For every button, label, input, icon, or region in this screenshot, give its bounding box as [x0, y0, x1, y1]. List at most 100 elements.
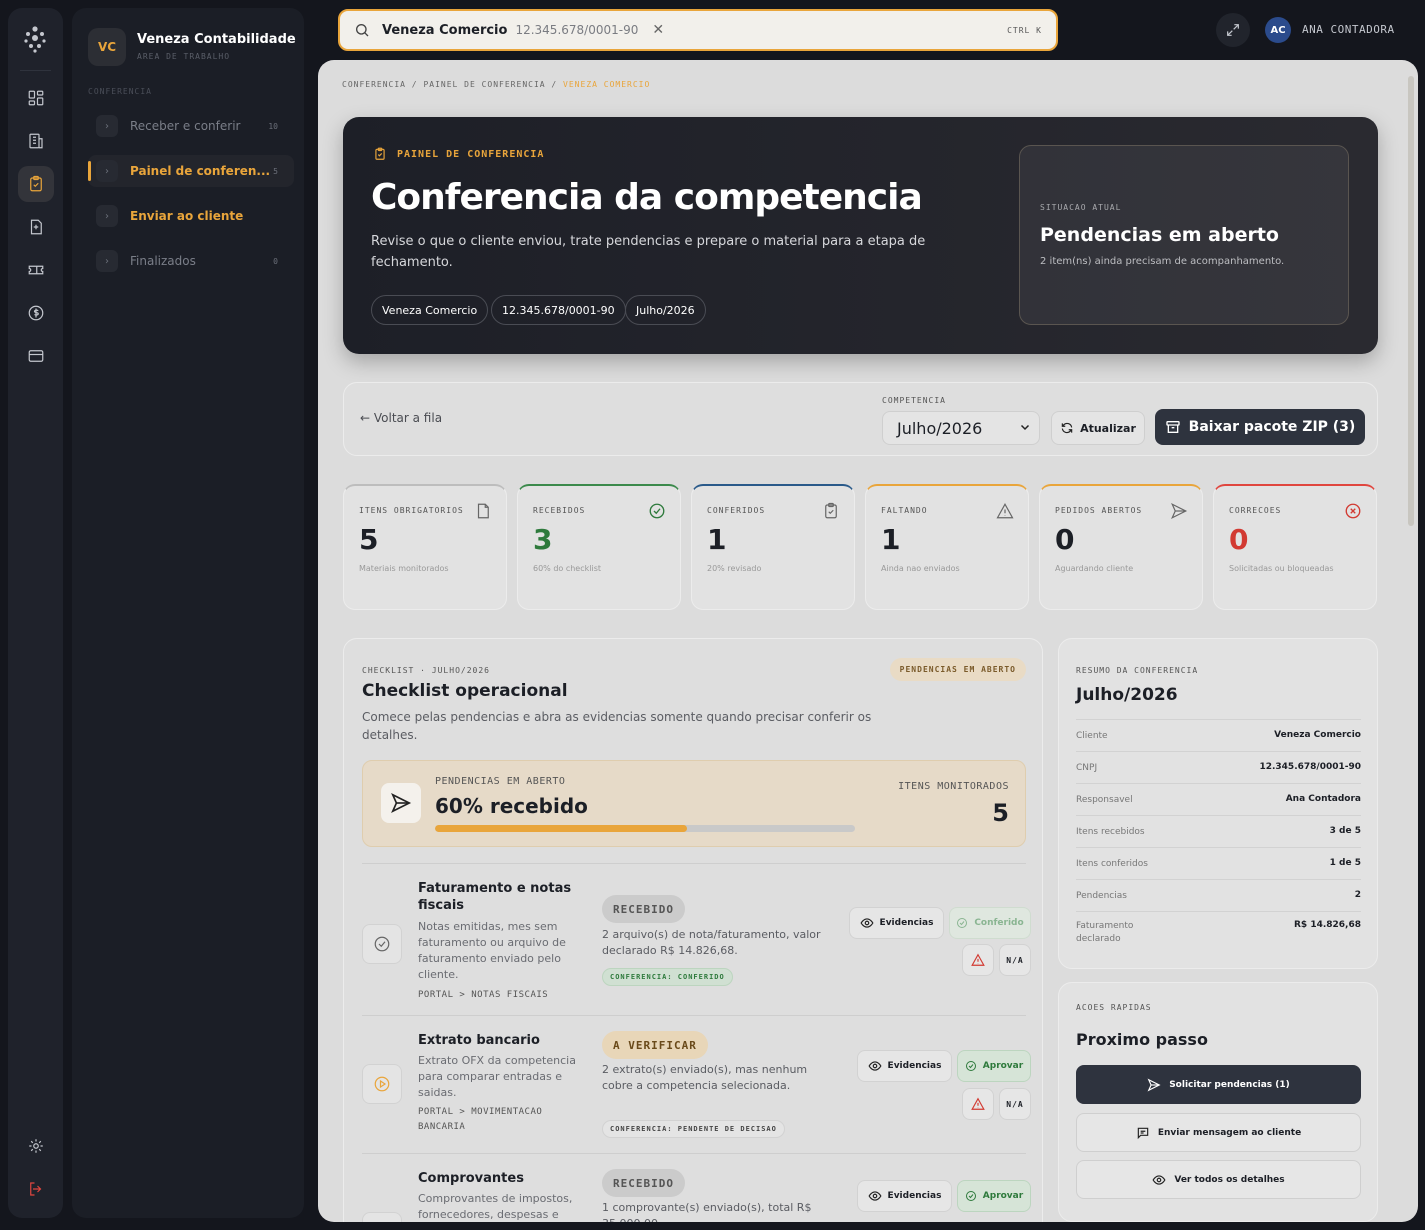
stat-description: Materiais monitorados — [359, 564, 449, 573]
global-search-input[interactable]: Veneza Comercio 12.345.678/0001-90 ✕ CTR… — [338, 9, 1058, 51]
stat-description: 20% revisado — [707, 564, 762, 573]
request-pending-button[interactable]: Solicitar pendencias (1) — [1076, 1065, 1361, 1104]
send-icon — [381, 783, 421, 823]
evidence-button[interactable]: Evidencias — [849, 907, 944, 939]
summary-row: Pendencias 2 — [1076, 879, 1361, 911]
summary-value: Ana Contadora — [1285, 794, 1361, 804]
row-description: Extrato OFX da competencia para comparar… — [418, 1054, 576, 1099]
ticket-icon[interactable] — [18, 252, 54, 288]
stat-card-conferidos: CONFERIDOS 1 20% revisado — [691, 484, 855, 610]
flag-issue-button[interactable] — [962, 1088, 994, 1120]
message-client-label: Enviar mensagem ao cliente — [1157, 1127, 1302, 1138]
row-path: PORTAL > MOVIMENTACAO BANCARIA — [418, 1107, 543, 1132]
summary-panel: RESUMO DA CONFERENCIA Julho/2026 Cliente… — [1058, 638, 1378, 969]
approve-button[interactable]: Aprovar — [957, 1180, 1031, 1212]
card-icon[interactable] — [18, 338, 54, 374]
evidence-button[interactable]: Evidencias — [857, 1180, 952, 1212]
sidebar-item-enviar[interactable]: › Enviar ao cliente — [88, 200, 294, 232]
stat-card-obrigatorios: ITENS OBRIGATORIOS 5 Materiais monitorad… — [343, 484, 507, 610]
row-description: Notas emitidas, mes sem faturamento ou a… — [418, 920, 566, 981]
approve-button[interactable]: Aprovar — [957, 1050, 1031, 1082]
expand-button[interactable] — [1216, 13, 1250, 47]
sidebar-item-receber[interactable]: › Receber e conferir 10 — [88, 110, 294, 142]
dashboard-icon[interactable] — [18, 80, 54, 116]
evidence-label: Evidencias — [887, 1191, 942, 1201]
building-icon[interactable] — [18, 123, 54, 159]
summary-key: Pendencias — [1076, 891, 1127, 901]
checklist-title: Checklist operacional — [362, 681, 568, 701]
summary-key: CNPJ — [1076, 763, 1098, 773]
workspace-avatar[interactable]: VC — [88, 28, 126, 66]
clipboard-check-icon[interactable] — [18, 166, 54, 202]
view-details-button[interactable]: Ver todos os detalhes — [1076, 1160, 1361, 1199]
search-icon — [356, 24, 369, 37]
document-transfer-icon[interactable] — [18, 209, 54, 245]
send-icon — [1147, 1078, 1161, 1091]
stat-label: RECEBIDOS — [533, 506, 586, 515]
competencia-label: COMPETENCIA — [882, 396, 946, 405]
sidebar-item-label: Painel de conferen... — [130, 164, 271, 178]
check-circle-icon — [965, 1061, 976, 1071]
summary-value: Veneza Comercio — [1274, 730, 1361, 740]
not-applicable-button[interactable]: N/A — [999, 1088, 1031, 1120]
quick-actions-title: Proximo passo — [1076, 1030, 1208, 1049]
clear-search-icon[interactable]: ✕ — [652, 22, 664, 38]
message-client-button[interactable]: Enviar mensagem ao cliente — [1076, 1113, 1361, 1152]
stat-label: FALTANDO — [881, 506, 928, 515]
message-icon — [1137, 1127, 1149, 1139]
flag-issue-button[interactable] — [962, 944, 994, 976]
workspace-subtitle: AREA DE TRABALHO — [137, 52, 231, 61]
items-monitored-label: ITENS MONITORADOS — [898, 781, 1009, 792]
chevron-right-icon: › — [96, 205, 118, 227]
not-applicable-button[interactable]: N/A — [999, 944, 1031, 976]
refresh-button[interactable]: Atualizar — [1051, 411, 1145, 445]
logout-icon[interactable] — [18, 1171, 54, 1207]
refresh-icon — [1061, 422, 1073, 434]
search-query: Veneza Comercio — [382, 22, 508, 38]
sidebar-item-painel[interactable]: › Painel de conferen... 5 — [88, 155, 294, 187]
action-toolbar: ← Voltar a fila COMPETENCIA Julho/2026 A… — [343, 382, 1378, 456]
sidebar-item-finalizados[interactable]: › Finalizados 0 — [88, 245, 294, 277]
settings-gear-icon[interactable] — [18, 1128, 54, 1164]
stat-card-faltando: FALTANDO 1 Ainda nao enviados — [865, 484, 1029, 610]
dollar-icon[interactable] — [18, 295, 54, 331]
checklist-row: Extrato bancario Extrato OFX da competen… — [362, 1015, 1031, 1153]
view-details-label: Ver todos os detalhes — [1174, 1174, 1285, 1185]
status-card: SITUACAO ATUAL Pendencias em aberto 2 it… — [1019, 145, 1349, 325]
breadcrumb-item[interactable]: PAINEL DE CONFERENCIA — [423, 80, 545, 89]
summary-row: Itens recebidos 3 de 5 — [1076, 815, 1361, 847]
evidence-label: Evidencias — [887, 1061, 942, 1071]
stat-label: PEDIDOS ABERTOS — [1055, 506, 1143, 515]
summary-value: 3 de 5 — [1329, 826, 1361, 836]
scrollbar[interactable] — [1408, 76, 1414, 526]
stat-value: 0 — [1229, 523, 1249, 556]
chip-cnpj: 12.345.678/0001-90 — [491, 295, 626, 325]
request-pending-label: Solicitar pendencias (1) — [1169, 1079, 1290, 1090]
summary-key: Itens conferidos — [1076, 859, 1148, 869]
checklist-row: Faturamento e notas fiscais Notas emitid… — [362, 863, 1031, 1015]
stat-value: 1 — [881, 523, 901, 556]
sidebar-item-count: 5 — [273, 166, 278, 176]
user-name[interactable]: ANA CONTADORA — [1302, 23, 1395, 36]
warning-icon — [971, 953, 985, 966]
stat-description: Solicitadas ou bloqueadas — [1229, 564, 1334, 573]
document-icon — [477, 503, 489, 519]
sidebar-item-count: 0 — [273, 256, 278, 266]
row-status-description: 2 arquivo(s) de nota/faturamento, valor … — [602, 928, 821, 957]
row-status-pill: RECEBIDO — [602, 895, 685, 923]
chevron-down-icon — [1020, 424, 1030, 431]
competencia-select[interactable]: Julho/2026 — [882, 411, 1040, 445]
download-zip-button[interactable]: Baixar pacote ZIP (3) — [1155, 409, 1365, 445]
approve-label: Aprovar — [982, 1061, 1024, 1071]
evidence-button[interactable]: Evidencias — [857, 1050, 952, 1082]
breadcrumb-item[interactable]: CONFERENCIA — [342, 80, 406, 89]
status-description: 2 item(ns) ainda precisam de acompanhame… — [1040, 256, 1285, 267]
chevron-right-icon: › — [96, 250, 118, 272]
page-title: Conferencia da competencia — [371, 177, 923, 218]
confirmed-button[interactable]: Conferido — [949, 907, 1031, 939]
approve-label: Aprovar — [982, 1191, 1024, 1201]
user-avatar[interactable]: AC — [1265, 17, 1291, 43]
back-link[interactable]: ← Voltar a fila — [360, 411, 442, 425]
check-circle-icon — [649, 503, 665, 519]
send-icon — [1171, 502, 1188, 520]
